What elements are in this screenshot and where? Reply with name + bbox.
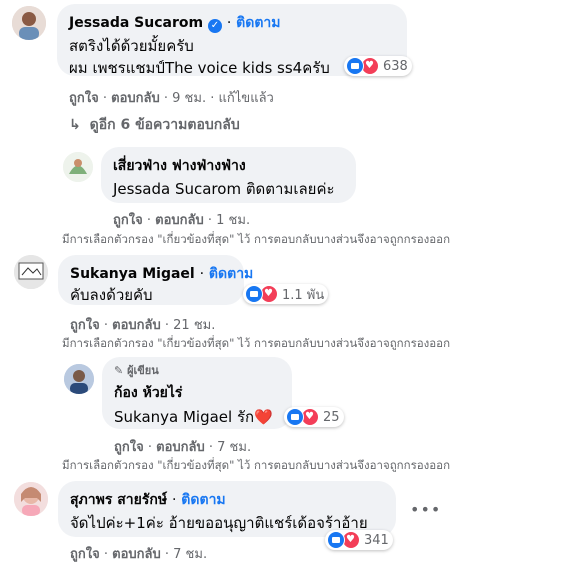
edited-label: แก้ไขแล้ว [218, 91, 274, 106]
reply-button[interactable]: ตอบกลับ [111, 91, 160, 106]
author-badge: ✎ ผู้เขียน [114, 361, 159, 379]
timestamp[interactable]: 7 ชม. [217, 440, 251, 455]
author-name[interactable]: เสี่ยวฟ่าง ฟางฟ่างฟ่าง [113, 155, 246, 177]
like-button[interactable]: ถูกใจ [114, 440, 144, 455]
like-reaction-icon [327, 531, 345, 549]
follow-button[interactable]: ติดตาม [209, 266, 253, 282]
comment-actions: ถูกใจ · ตอบกลับ · 21 ชม. [70, 318, 216, 333]
avatar[interactable] [64, 364, 94, 394]
comment-actions: ถูกใจ · ตอบกลับ · 7 ชม. [114, 440, 252, 455]
timestamp[interactable]: 7 ชม. [173, 547, 207, 562]
separator: · [171, 492, 177, 508]
comment-text: Jessada Sucarom ติดตามเลยค่ะ [113, 180, 335, 198]
author-name[interactable]: สุภาพร สายรักษ์ [70, 492, 167, 508]
reaction-summary[interactable]: 1.1 พัน [243, 284, 329, 304]
like-reaction-icon [245, 285, 263, 303]
comment-text: สตริงได้ด้วยมั้ยครับ [69, 37, 194, 55]
timestamp[interactable]: 9 ชม. [172, 91, 206, 106]
comment-text: ผม เพชรแชมป์The voice kids ss4ครับ [69, 59, 330, 77]
comment-author[interactable]: สุภาพร สายรักษ์ · ติดตาม [70, 489, 226, 511]
reaction-summary[interactable]: 341 [325, 530, 393, 550]
comment-text: คับลงด้วยคับ [70, 286, 153, 304]
reply-button[interactable]: ตอบกลับ [155, 213, 204, 228]
comment-text: จัดไปค่ะ+1ค่ะ อ้ายขออนุญาติแชร์เด้อจร้าอ… [70, 514, 368, 532]
separator: · [199, 266, 205, 282]
like-button[interactable]: ถูกใจ [113, 213, 143, 228]
like-reaction-icon [346, 57, 364, 75]
like-button[interactable]: ถูกใจ [70, 318, 100, 333]
view-more-replies[interactable]: ↳ ดูอีก 6 ข้อความตอบกลับ [69, 114, 240, 136]
author-name[interactable]: Jessada Sucarom [69, 15, 203, 31]
comment-author[interactable]: Sukanya Migael · ติดตาม [70, 263, 253, 285]
reaction-count: 25 [323, 409, 340, 425]
reaction-summary[interactable]: 638 [344, 56, 412, 76]
comment-actions: ถูกใจ · ตอบกลับ · 7 ชม. [70, 547, 208, 562]
reply-button[interactable]: ตอบกลับ [112, 547, 161, 562]
comment-actions: ถูกใจ · ตอบกลับ · 9 ชม. · แก้ไขแล้ว [69, 91, 274, 106]
reaction-count: 341 [364, 532, 389, 548]
follow-button[interactable]: ติดตาม [236, 15, 280, 31]
comment-actions: ถูกใจ · ตอบกลับ · 1 ชม. [113, 213, 251, 228]
comment-author[interactable]: Jessada Sucarom ✓ · ติดตาม [69, 12, 281, 34]
filter-note: มีการเลือกตัวกรอง "เกี่ยวข้องที่สุด" ไว้… [62, 232, 451, 246]
author-name[interactable]: Sukanya Migael [70, 266, 195, 282]
like-reaction-icon [286, 408, 304, 426]
pencil-icon: ✎ [114, 364, 124, 377]
filter-note: มีการเลือกตัวกรอง "เกี่ยวข้องที่สุด" ไว้… [62, 458, 451, 472]
like-button[interactable]: ถูกใจ [70, 547, 100, 562]
avatar[interactable] [63, 152, 93, 182]
timestamp[interactable]: 1 ชม. [216, 213, 250, 228]
follow-button[interactable]: ติดตาม [181, 492, 225, 508]
view-more-label: ดูอีก 6 ข้อความตอบกลับ [89, 117, 240, 133]
more-options-icon[interactable]: ••• [410, 500, 441, 519]
verified-badge-icon: ✓ [207, 19, 222, 33]
reply-arrow-icon: ↳ [69, 117, 81, 133]
author-name[interactable]: ก้อง ห้วยไร่ [114, 382, 182, 404]
reaction-count: 1.1 พัน [282, 287, 325, 303]
reply-button[interactable]: ตอบกลับ [112, 318, 161, 333]
avatar[interactable] [14, 482, 48, 516]
separator: · [226, 15, 232, 31]
reaction-summary[interactable]: 25 [284, 407, 344, 427]
avatar[interactable] [12, 6, 46, 40]
reaction-count: 638 [383, 58, 408, 74]
reply-button[interactable]: ตอบกลับ [156, 440, 205, 455]
filter-note: มีการเลือกตัวกรอง "เกี่ยวข้องที่สุด" ไว้… [62, 336, 451, 350]
comment-text: Sukanya Migael รัก❤️ [114, 408, 273, 426]
badge-label: ผู้เขียน [127, 364, 159, 377]
like-button[interactable]: ถูกใจ [69, 91, 99, 106]
timestamp[interactable]: 21 ชม. [173, 318, 215, 333]
avatar[interactable] [14, 255, 48, 289]
